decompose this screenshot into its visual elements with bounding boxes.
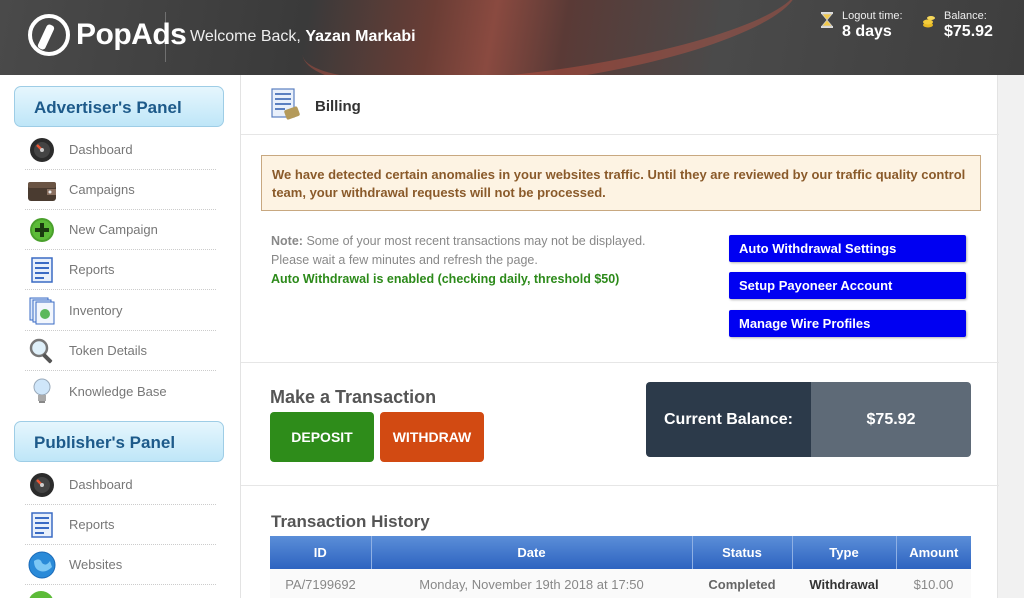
user-name: Yazan Markabi (305, 28, 416, 45)
page-title-bar: Billing (241, 75, 999, 135)
make-transaction-title: Make a Transaction (270, 387, 437, 407)
wallet-icon (27, 175, 57, 205)
auto-withdrawal-status: Auto Withdrawal is enabled (checking dai… (271, 272, 620, 286)
sidebar-item-label: Campaigns (69, 182, 135, 197)
note-label: Note: (271, 234, 303, 248)
table-header-row: ID Date Status Type Amount (270, 536, 971, 569)
sidebar-item-label: New Campaign (69, 222, 158, 237)
auto-withdrawal-settings-button[interactable]: Auto Withdrawal Settings (729, 235, 966, 262)
partial-next-item-icon (28, 591, 54, 598)
cell-id: PA/7199692 (270, 569, 371, 598)
plus-circle-icon (27, 215, 57, 245)
cell-type: Withdrawal (792, 569, 896, 598)
logout-time-value: 8 days (842, 23, 892, 40)
column-header-status[interactable]: Status (692, 536, 793, 569)
cell-amount: $10.00 (896, 569, 971, 598)
billing-icon (271, 88, 300, 120)
column-header-date[interactable]: Date (371, 536, 693, 569)
sidebar-item-new-campaign[interactable]: New Campaign (25, 210, 216, 250)
note-line-2: Please wait a few minutes and refresh th… (271, 253, 538, 267)
logout-time-label: Logout time: (842, 10, 903, 22)
sidebar-item-publisher-reports[interactable]: Reports (25, 505, 216, 545)
sidebar-item-label: Knowledge Base (69, 383, 167, 399)
sidebar-item-label: Dashboard (69, 477, 133, 492)
header-balance-label: Balance: (944, 10, 987, 22)
logout-time-stat: Logout time: 8 days (820, 10, 903, 41)
report-icon (27, 510, 57, 540)
sidebar-item-label: Dashboard (69, 142, 133, 157)
manage-wire-profiles-button[interactable]: Manage Wire Profiles (729, 310, 966, 337)
current-balance-value: $75.92 (811, 382, 971, 457)
table-row: PA/7199692 Monday, November 19th 2018 at… (270, 569, 971, 598)
publisher-panel-header[interactable]: Publisher's Panel (14, 421, 224, 462)
header-balance-value: $75.92 (944, 23, 993, 40)
sidebar: Advertiser's Panel Dashboard Campaigns N… (0, 75, 240, 598)
column-header-type[interactable]: Type (792, 536, 897, 569)
sidebar-item-campaigns[interactable]: Campaigns (25, 170, 216, 210)
lightbulb-icon (27, 376, 57, 406)
advertiser-panel-header[interactable]: Advertiser's Panel (14, 86, 224, 127)
traffic-anomaly-alert: We have detected certain anomalies in yo… (261, 155, 981, 211)
transaction-history-title: Transaction History (271, 512, 430, 531)
sidebar-item-advertiser-dashboard[interactable]: Dashboard (25, 130, 216, 170)
sidebar-item-label: Inventory (69, 303, 123, 318)
page-title: Billing (315, 98, 361, 115)
withdraw-button[interactable]: WITHDRAW (380, 412, 484, 462)
cell-date: Monday, November 19th 2018 at 17:50 (371, 569, 692, 598)
main-content: Billing We have detected certain anomali… (240, 75, 999, 598)
note-line-1: Some of your most recent transactions ma… (306, 234, 646, 248)
sidebar-item-advertiser-reports[interactable]: Reports (25, 250, 216, 290)
header-balance-stat: Balance: $75.92 (922, 10, 993, 41)
sidebar-item-publisher-dashboard[interactable]: Dashboard (25, 465, 216, 505)
popads-logo[interactable]: PopAds (28, 14, 187, 56)
sidebar-item-label: Token Details (69, 343, 148, 358)
top-header: PopAds Welcome Back, Yazan Markabi Logou… (0, 0, 1024, 75)
dashboard-icon (27, 135, 57, 165)
sidebar-item-websites[interactable]: Websites (25, 545, 216, 585)
popads-logo-icon (28, 14, 70, 56)
header-divider (165, 12, 166, 62)
welcome-message: Welcome Back, Yazan Markabi (190, 28, 416, 46)
sidebar-item-label: Websites (69, 557, 123, 572)
sidebar-item-label: Reports (69, 517, 115, 532)
current-balance-box: Current Balance: $75.92 (646, 382, 971, 457)
globe-icon (27, 550, 57, 580)
sidebar-item-inventory[interactable]: Inventory (25, 291, 216, 331)
setup-payoneer-account-button[interactable]: Setup Payoneer Account (729, 272, 966, 299)
magnifier-icon (27, 336, 57, 366)
report-icon (27, 255, 57, 285)
column-header-id[interactable]: ID (270, 536, 372, 569)
transactions-note: Note: Some of your most recent transacti… (271, 232, 646, 289)
sidebar-item-knowledge-base[interactable]: Knowledge Base (25, 371, 216, 411)
sidebar-item-token-details[interactable]: Token Details (25, 331, 216, 371)
brand-name: PopAds (76, 18, 187, 51)
current-balance-label: Current Balance: (646, 382, 811, 457)
transaction-history-table: ID Date Status Type Amount PA/7199692 Mo… (270, 536, 971, 598)
inventory-icon (27, 296, 57, 326)
section-divider (241, 485, 999, 486)
welcome-prefix: Welcome Back, (190, 28, 301, 45)
deposit-button[interactable]: DEPOSIT (270, 412, 374, 462)
dashboard-icon (27, 470, 57, 500)
section-divider (241, 362, 999, 363)
sidebar-item-label: Reports (69, 262, 115, 277)
column-header-amount[interactable]: Amount (896, 536, 971, 569)
hourglass-icon (821, 12, 833, 28)
cell-status: Completed (692, 569, 792, 598)
coins-icon (923, 16, 935, 28)
